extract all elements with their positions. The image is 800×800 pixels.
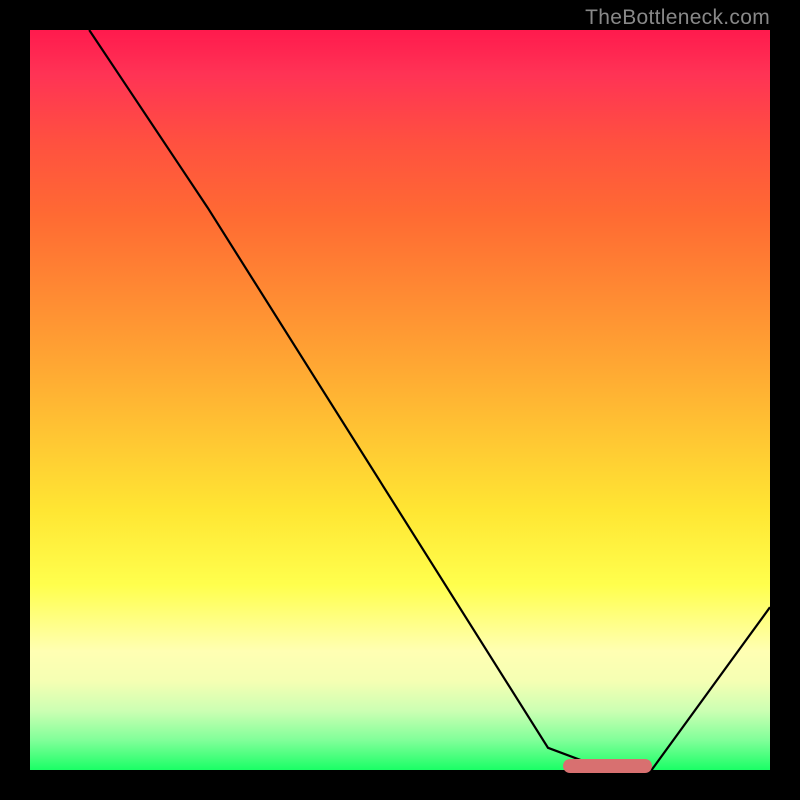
bottleneck-curve bbox=[89, 30, 770, 770]
chart-container: TheBottleneck.com bbox=[0, 0, 800, 800]
optimal-range-marker bbox=[563, 759, 652, 773]
plot-area bbox=[30, 30, 770, 770]
curve-svg bbox=[30, 30, 770, 770]
watermark-label: TheBottleneck.com bbox=[585, 6, 770, 30]
